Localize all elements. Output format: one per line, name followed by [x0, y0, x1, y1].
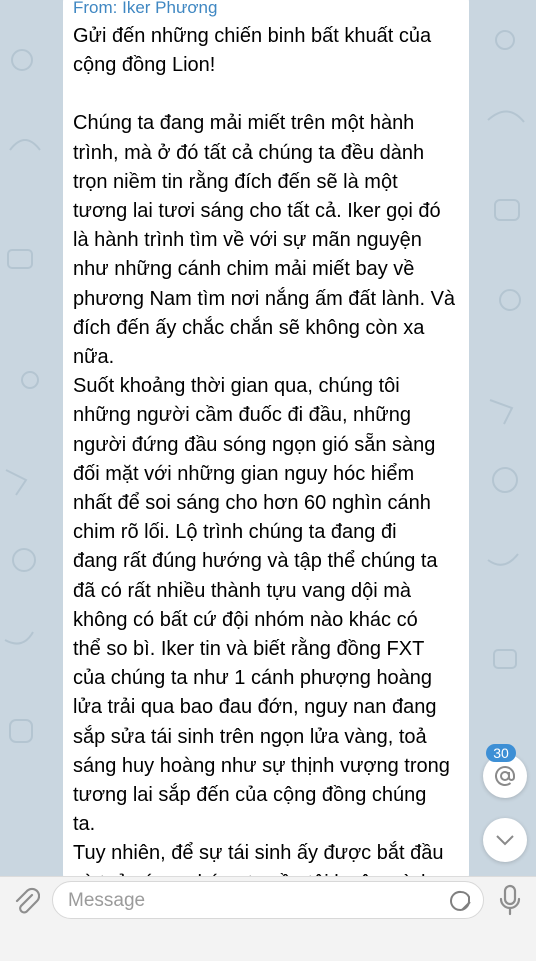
- paperclip-icon[interactable]: [12, 885, 40, 915]
- message-paragraph: Tuy nhiên, để sự tái sinh ấy được bắt đầ…: [73, 842, 444, 876]
- message-placeholder: Message: [68, 890, 146, 911]
- message-paragraph: Suốt khoảng thời gian qua, chúng tôi nhữ…: [73, 375, 450, 836]
- at-icon: [495, 765, 515, 786]
- scroll-down-button[interactable]: [483, 818, 527, 862]
- message-bubble[interactable]: From: Iker Phương Gửi đến những chiến bi…: [63, 0, 469, 876]
- chat-background: From: Iker Phương Gửi đến những chiến bi…: [0, 0, 536, 876]
- message-composer: Message: [0, 876, 536, 961]
- sender-name[interactable]: From: Iker Phương: [73, 0, 459, 18]
- sticker-icon[interactable]: [449, 889, 473, 913]
- chevron-down-icon: [496, 835, 514, 846]
- message-input[interactable]: Message: [52, 881, 484, 919]
- microphone-icon[interactable]: [496, 883, 524, 917]
- message-paragraph: Gửi đến những chiến binh bất khuất của c…: [73, 25, 432, 77]
- message-paragraph: Chúng ta đang mải miết trên một hành trì…: [73, 112, 456, 369]
- mentions-count-badge: 30: [486, 744, 516, 762]
